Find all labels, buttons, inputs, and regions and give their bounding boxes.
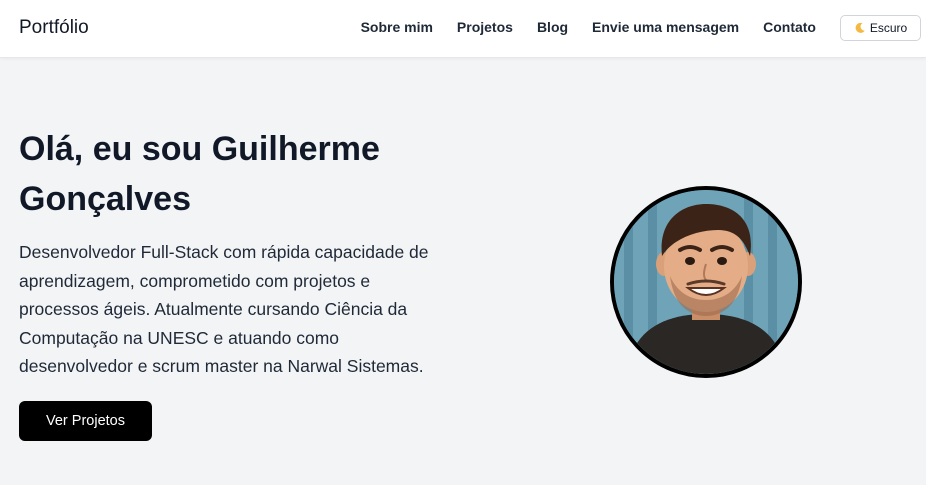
hero-title: Olá, eu sou Guilherme Gonçalves <box>19 130 380 218</box>
nav-link-contato[interactable]: Contato <box>763 19 816 35</box>
hero-description: Desenvolvedor Full-Stack com rápida capa… <box>19 242 429 376</box>
brand-logo[interactable]: Portfólio <box>19 17 89 39</box>
nav-link-projetos[interactable]: Projetos <box>457 19 513 35</box>
moon-icon <box>854 22 866 34</box>
nav-link-envie-mensagem[interactable]: Envie uma mensagem <box>592 19 739 35</box>
view-projects-button[interactable]: Ver Projetos <box>19 401 152 441</box>
theme-toggle-label: Escuro <box>869 21 908 35</box>
theme-toggle-button[interactable]: Escuro <box>840 15 921 41</box>
avatar <box>610 186 802 378</box>
navbar: Portfólio Sobre mim Projetos Blog Envie … <box>0 0 926 58</box>
nav-links: Sobre mim Projetos Blog Envie uma mensag… <box>361 19 816 35</box>
nav-link-blog[interactable]: Blog <box>537 19 568 35</box>
nav-link-sobre-mim[interactable]: Sobre mim <box>361 19 433 35</box>
